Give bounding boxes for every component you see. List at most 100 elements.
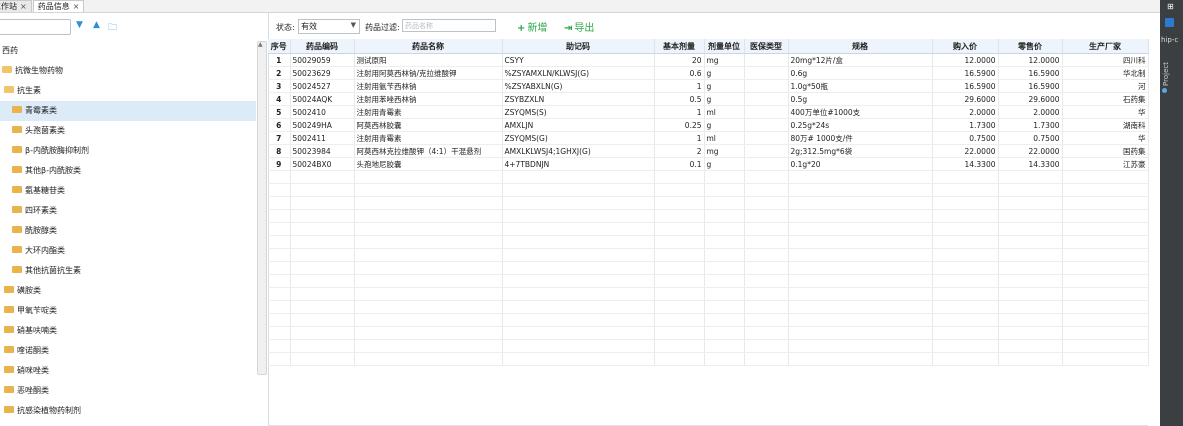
empty-cell: [704, 339, 745, 353]
table-cell: 50024BX0: [290, 157, 355, 171]
table-cell: 注射用阿莫西林钠/克拉维酸钾: [354, 66, 503, 80]
table-row[interactable]: 3 50024527 注射用氨苄西林钠 %ZSYABXLN(G) 1 g 1.0g*50瓶 1…: [268, 79, 1149, 93]
plus-icon: +: [517, 23, 526, 34]
table-cell: 22.0000: [932, 144, 999, 158]
tree-node[interactable]: 其他抗菌抗生素: [0, 261, 256, 281]
column-header[interactable]: 助记码: [502, 39, 655, 54]
tree-search-input[interactable]: [0, 19, 71, 35]
add-button[interactable]: + 新增: [517, 19, 547, 34]
tab-0[interactable]: 工作站×: [0, 0, 32, 12]
table-cell: AMXLJN: [502, 118, 655, 132]
empty-cell: [1062, 313, 1149, 327]
table-cell: 1.7300: [932, 118, 999, 132]
empty-cell: [1062, 170, 1149, 184]
collapse-up-icon[interactable]: ▲: [93, 20, 100, 30]
table-row[interactable]: 4 50024AQK 注射用苯唑西林钠 ZSYBZXLN 0.5 g 0.5g 29.6000…: [268, 92, 1149, 106]
project-tab[interactable]: Project: [1162, 62, 1170, 86]
tree-node[interactable]: 大环内酯类: [0, 241, 256, 261]
table-row[interactable]: 2 50023629 注射用阿莫西林钠/克拉维酸钾 %ZSYAMXLN/KLWSJ(G…: [268, 66, 1149, 80]
tree-node[interactable]: 抗感染植物药制剂: [0, 401, 256, 421]
tree-node[interactable]: 甲氧苄啶类: [0, 301, 256, 321]
empty-cell: [502, 183, 655, 197]
column-header[interactable]: 药品名称: [354, 39, 503, 54]
tree-node[interactable]: 硝基呋喃类: [0, 321, 256, 341]
tree-node[interactable]: 恶唑酮类: [0, 381, 256, 401]
tree-node[interactable]: 抗生素: [0, 81, 256, 101]
table-cell: 8: [268, 144, 291, 158]
close-icon[interactable]: ×: [73, 2, 80, 11]
folder-icon[interactable]: 🗀: [108, 20, 117, 36]
folder-icon: [12, 106, 22, 113]
filter-bar: 状态: 有效 ▼ 药品过滤: 药品名称 + 新增 ⇥ 导出: [268, 13, 1160, 39]
app-icon: [1165, 18, 1174, 27]
tree-node[interactable]: 磺胺类: [0, 281, 256, 301]
empty-cell: [268, 261, 291, 275]
drug-filter-input[interactable]: 药品名称: [402, 19, 496, 32]
drug-info-pane: 状态: 有效 ▼ 药品过滤: 药品名称 + 新增 ⇥ 导出 序号 药品编码 药品名称 助记…: [268, 13, 1160, 426]
empty-cell: [998, 287, 1063, 301]
empty-cell: [290, 352, 355, 366]
column-header[interactable]: 零售价: [998, 39, 1063, 54]
table-cell: 1: [654, 131, 705, 145]
tab-1[interactable]: 药品信息 ×: [32, 0, 85, 12]
column-header[interactable]: 购入价: [932, 39, 999, 54]
table-row[interactable]: 8 50023984 阿莫西林克拉维酸钾（4:1）干混悬剂 AMXLKLWSJ4;1G…: [268, 144, 1149, 158]
column-header[interactable]: 序号: [268, 39, 291, 54]
empty-cell: [744, 287, 789, 301]
table-cell: [744, 53, 789, 67]
tree-node[interactable]: 四环素类: [0, 201, 256, 221]
empty-cell: [998, 170, 1063, 184]
table-cell: 1.7300: [998, 118, 1063, 132]
table-cell: 湖南科: [1062, 118, 1149, 132]
status-select[interactable]: 有效 ▼: [298, 19, 360, 34]
empty-cell: [268, 313, 291, 327]
table-row[interactable]: 1 50029059 测试原阳 CSYY 20 mg 20mg*12片/盒 12.0000 12…: [268, 53, 1149, 67]
tree-node[interactable]: 喹诺酮类: [0, 341, 256, 361]
column-header[interactable]: 基本剂量: [654, 39, 705, 54]
empty-cell: [268, 248, 291, 262]
tree-node[interactable]: 抗微生物药物: [0, 61, 256, 81]
empty-cell: [354, 196, 503, 210]
empty-cell: [704, 196, 745, 210]
table-row[interactable]: 5 5002410 注射用青霉素 ZSYQMS(S) 1 ml 400万单位#1000支 2.…: [268, 105, 1149, 119]
table-cell: 4: [268, 92, 291, 106]
table-row[interactable]: 6 500249HA 阿莫西林胶囊 AMXLJN 0.25 g 0.25g*24s 1.730…: [268, 118, 1149, 132]
table-cell: [744, 144, 789, 158]
tree-node[interactable]: β-内酰胺酶抑制剂: [0, 141, 256, 161]
drug-table: 序号 药品编码 药品名称 助记码 基本剂量 剂量单位 医保类型 规格 购入价 零售价 生产厂家 15…: [268, 39, 1149, 366]
table-cell: 2: [268, 66, 291, 80]
empty-cell: [998, 196, 1063, 210]
tree-node[interactable]: 氨基糖苷类: [0, 181, 256, 201]
column-header[interactable]: 剂量单位: [704, 39, 745, 54]
folder-icon: [4, 366, 14, 373]
table-cell: 河: [1062, 79, 1149, 93]
tree-scrollbar[interactable]: ▲: [257, 41, 267, 375]
column-header[interactable]: 医保类型: [744, 39, 789, 54]
empty-cell: [502, 274, 655, 288]
empty-cell: [788, 183, 933, 197]
tree-node[interactable]: 头孢菌素类: [0, 121, 256, 141]
tree-node[interactable]: 酰胺醇类: [0, 221, 256, 241]
tree-node[interactable]: 硝咪唑类: [0, 361, 256, 381]
table-row[interactable]: 7 5002411 注射用青霉素 ZSYQMS(G) 1 ml 80万# 1000支/件 0.…: [268, 131, 1149, 145]
column-header[interactable]: 药品编码: [290, 39, 355, 54]
close-icon[interactable]: ×: [20, 2, 27, 11]
export-label: 导出: [574, 23, 595, 34]
table-row[interactable]: 9 50024BX0 头孢地尼胶囊 4+7TBDNJN 0.1 g 0.1g*20 14.33…: [268, 157, 1149, 171]
table-cell: 华: [1062, 131, 1149, 145]
empty-cell: [998, 326, 1063, 340]
export-button[interactable]: ⇥ 导出: [564, 19, 594, 34]
folder-icon: [4, 86, 14, 93]
filter-down-icon[interactable]: ▼: [76, 20, 83, 30]
tree-node[interactable]: 青霉素类: [0, 101, 256, 121]
empty-cell: [268, 352, 291, 366]
column-header[interactable]: 生产厂家: [1062, 39, 1149, 54]
tree-node[interactable]: 其他β-内酰胺类: [0, 161, 256, 181]
tree-node-label: 喹诺酮类: [17, 346, 49, 355]
folder-icon: [12, 126, 22, 133]
table-cell: 20mg*12片/盒: [788, 53, 933, 67]
tree-node[interactable]: 西药: [0, 41, 256, 61]
table-cell: %ZSYAMXLN/KLWSJ(G): [502, 66, 655, 80]
column-header[interactable]: 规格: [788, 39, 933, 54]
table-cell: 1: [654, 79, 705, 93]
